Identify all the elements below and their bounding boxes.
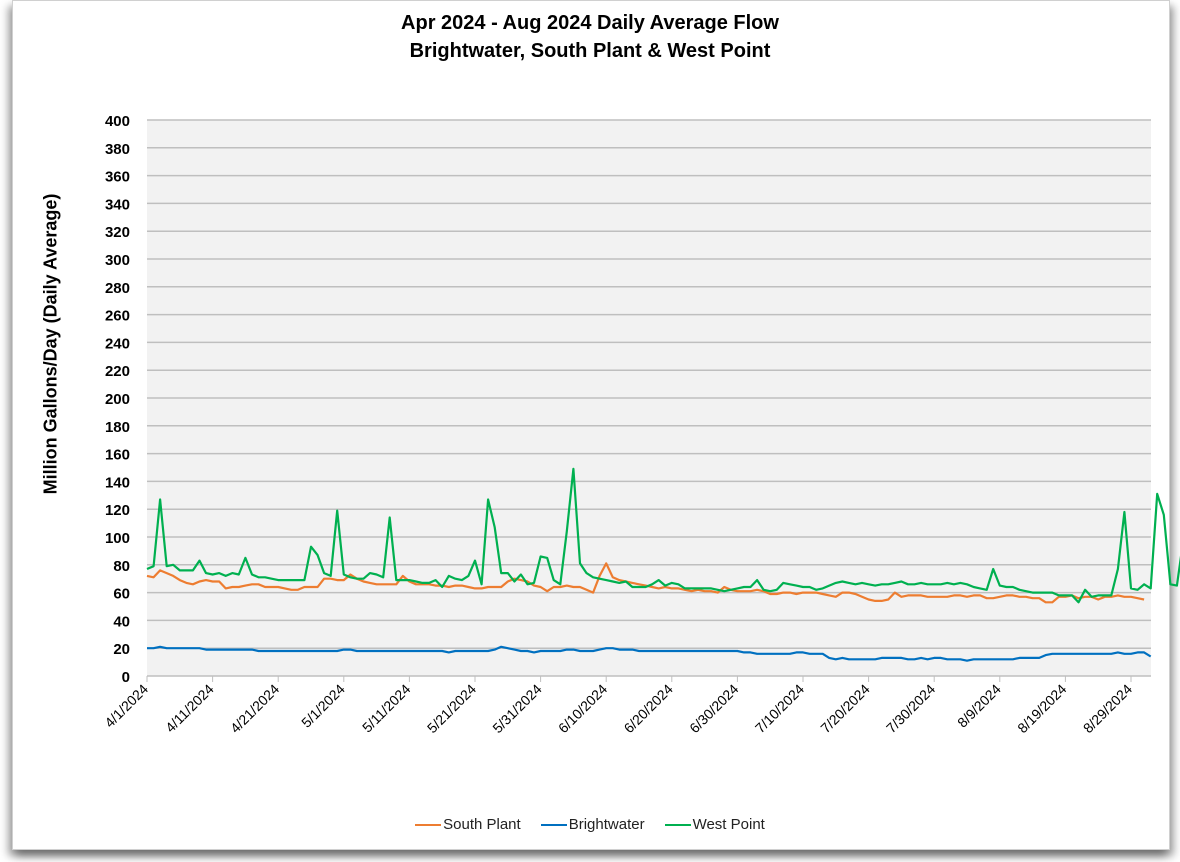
legend-swatch: [664, 823, 691, 826]
y-axis-ticks: 0 20 40 60 80 100 120 140 160 180 200 220 240 260 280 3…: [105, 113, 130, 686]
y-tick-label: 260: [105, 308, 130, 325]
y-tick-label: 320: [105, 224, 130, 241]
x-tick-label: 4/1/2024: [101, 681, 151, 731]
legend: South Plant Brightwater West Point: [0, 816, 1180, 833]
y-tick-label: 160: [105, 447, 130, 464]
y-tick-label: 0: [122, 669, 130, 686]
y-tick-label: 380: [105, 141, 130, 158]
x-tick-label: 5/1/2024: [298, 681, 348, 731]
x-tick-label: 5/21/2024: [424, 681, 480, 737]
y-tick-label: 240: [105, 335, 130, 352]
x-tick-label: 6/10/2024: [555, 681, 611, 737]
x-tick-label: 7/10/2024: [752, 681, 808, 737]
y-tick-label: 280: [105, 280, 130, 297]
x-tick-label: 7/20/2024: [817, 681, 873, 737]
y-tick-label: 140: [105, 474, 130, 491]
y-tick-label: 220: [105, 363, 130, 380]
y-tick-label: 20: [113, 641, 130, 658]
y-tick-label: 60: [113, 586, 130, 603]
y-tick-label: 100: [105, 530, 130, 547]
y-tick-label: 180: [105, 419, 130, 436]
x-tick-label: 7/30/2024: [883, 681, 939, 737]
x-tick-label: 8/9/2024: [954, 681, 1004, 731]
legend-item: West Point: [664, 816, 765, 833]
x-axis: 4/1/2024 4/11/2024 4/21/2024 5/1/2024 5/11/2…: [101, 675, 1151, 737]
x-tick-label: 8/29/2024: [1080, 681, 1136, 737]
y-tick-label: 300: [105, 252, 130, 269]
line-chart: 0 20 40 60 80 100 120 140 160 180 200 220 240 260 280 3…: [101, 113, 1180, 737]
x-tick-label: 6/30/2024: [686, 681, 742, 737]
x-tick-label: 8/19/2024: [1014, 681, 1070, 737]
x-tick-label: 5/11/2024: [359, 681, 414, 736]
y-tick-label: 120: [105, 502, 130, 519]
y-tick-label: 80: [113, 558, 130, 575]
legend-label: West Point: [692, 816, 765, 833]
y-tick-label: 340: [105, 196, 130, 213]
legend-item: Brightwater: [540, 816, 645, 833]
legend-swatch: [540, 823, 567, 826]
y-tick-label: 200: [105, 391, 130, 408]
y-tick-label: 40: [113, 613, 130, 630]
legend-label: South Plant: [443, 816, 521, 833]
y-tick-label: 360: [105, 169, 130, 186]
legend-item: South Plant: [415, 816, 521, 833]
x-tick-label: 6/20/2024: [621, 681, 677, 737]
y-tick-label: 400: [105, 113, 130, 130]
x-tick-label: 4/11/2024: [162, 681, 217, 736]
x-tick-label: 5/31/2024: [489, 681, 545, 737]
legend-label: Brightwater: [568, 816, 645, 833]
legend-swatch: [415, 823, 442, 826]
x-tick-label: 4/21/2024: [227, 681, 283, 737]
